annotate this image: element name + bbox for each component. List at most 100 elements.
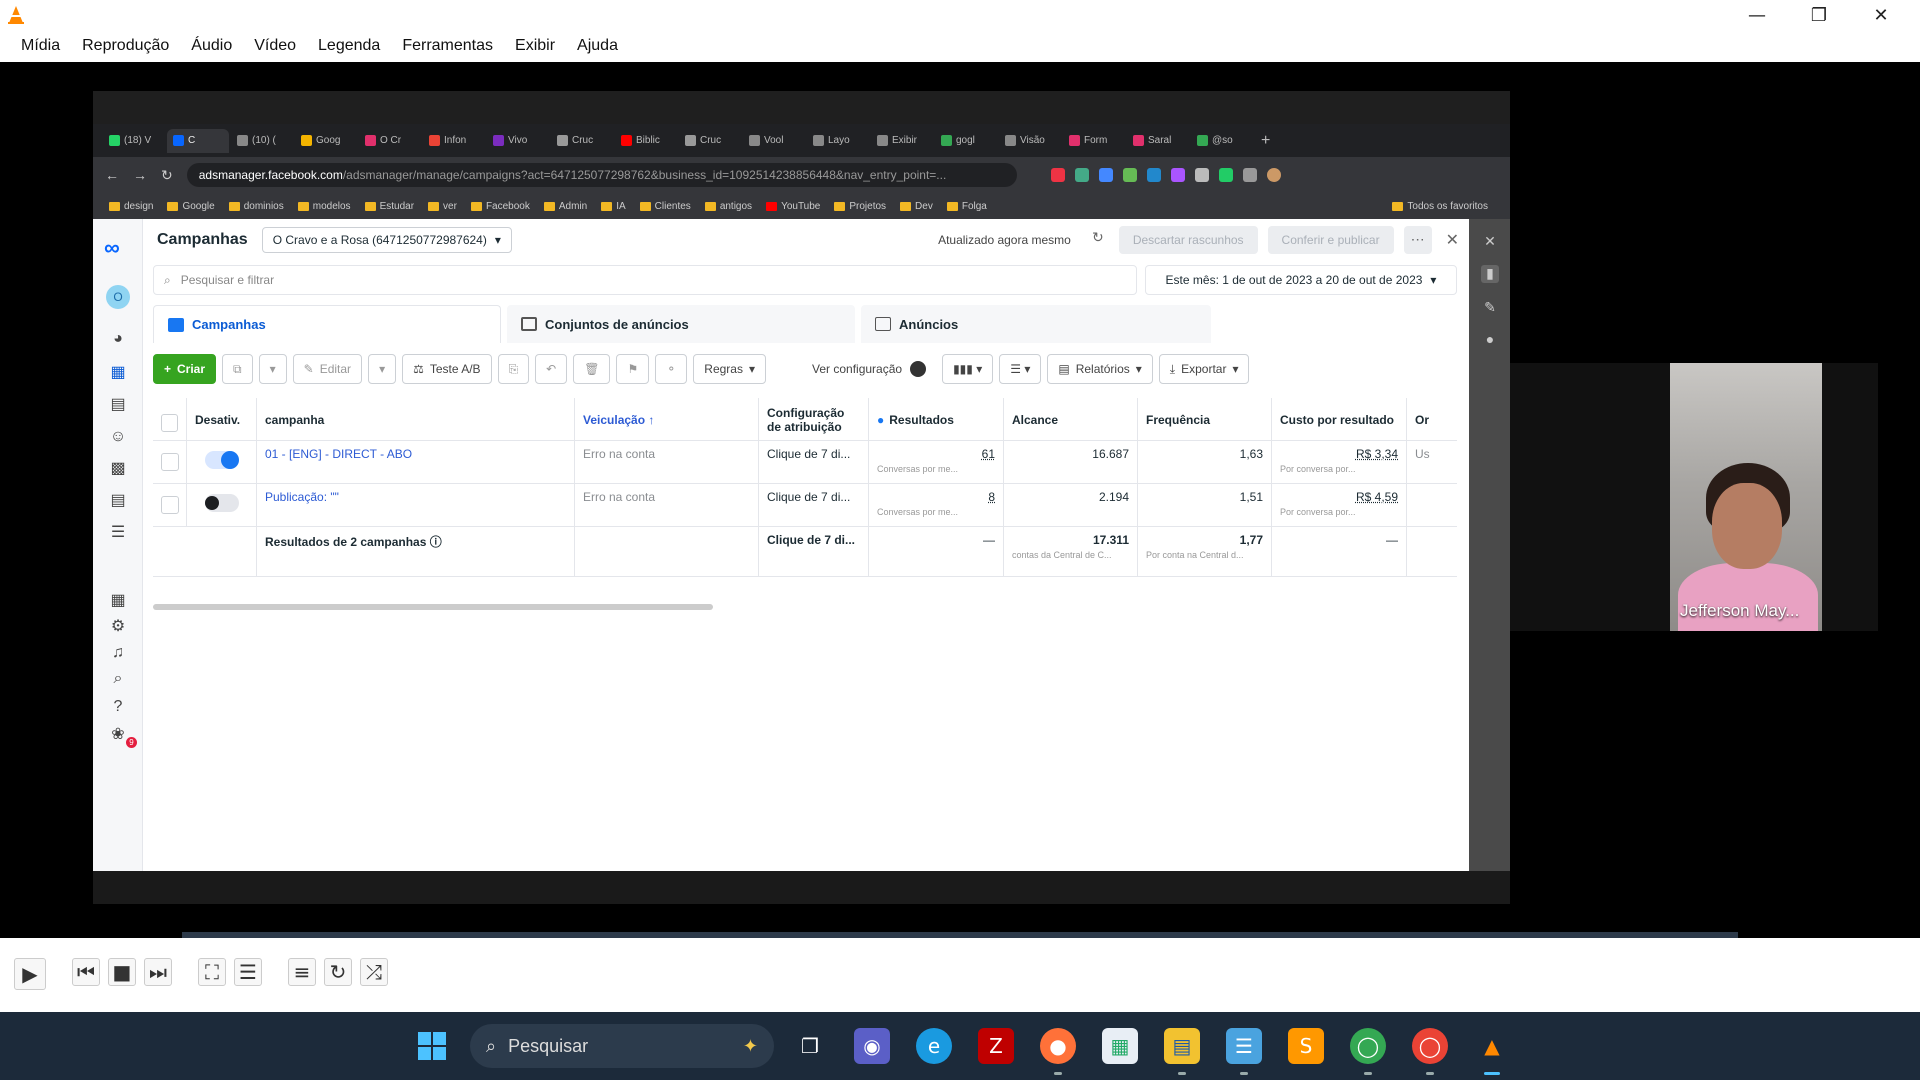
media-library-icon[interactable]: ▩: [108, 459, 128, 479]
bookmark-item[interactable]: ver: [428, 201, 457, 212]
more-options-icon[interactable]: ⋯: [1403, 226, 1432, 254]
bookmark-item[interactable]: dominios: [228, 201, 284, 212]
campaign-toggle[interactable]: [204, 494, 239, 512]
bug-report-icon[interactable]: ❀: [108, 725, 128, 745]
close-icon[interactable]: ✕: [1481, 233, 1499, 251]
bookmark-item[interactable]: modelos: [297, 201, 351, 212]
search-filter-input[interactable]: ⌕ Pesquisar e filtrar: [153, 265, 1137, 295]
menu-ajuda[interactable]: Ajuda: [566, 37, 629, 55]
undo-icon[interactable]: ↶: [535, 354, 568, 384]
shuffle-icon[interactable]: ⤮: [360, 958, 388, 986]
notifications-icon[interactable]: ♫: [108, 643, 128, 663]
browser-tab[interactable]: (18) V: [103, 129, 165, 153]
edit-dropdown[interactable]: ▾: [368, 354, 397, 384]
extension-icon[interactable]: [1170, 168, 1185, 182]
history-icon[interactable]: ●: [1481, 331, 1499, 349]
duplicate-dropdown[interactable]: ▾: [258, 354, 287, 384]
edge-icon[interactable]: e: [916, 1028, 952, 1064]
minimize-button[interactable]: —: [1726, 0, 1788, 30]
browser-tab[interactable]: Cruc: [551, 129, 613, 153]
create-button[interactable]: + Criar: [153, 354, 217, 384]
file-explorer-icon[interactable]: ▤: [1164, 1028, 1200, 1064]
campaign-toggle[interactable]: [204, 451, 239, 469]
menu-video[interactable]: Vídeo: [243, 37, 307, 55]
bookmark-item[interactable]: Dev: [900, 201, 933, 212]
back-icon[interactable]: ←: [105, 167, 119, 183]
edit-button[interactable]: ✎ Editar: [292, 354, 363, 384]
taskbar-search[interactable]: ⌕ Pesquisar ✦: [470, 1024, 774, 1068]
notepad-icon[interactable]: ☰: [1226, 1028, 1262, 1064]
bookmark-item[interactable]: Clientes: [639, 201, 691, 212]
pages-icon[interactable]: ▤: [108, 395, 128, 415]
vlc-taskbar-icon[interactable]: ▲: [1474, 1028, 1510, 1064]
ab-test-button[interactable]: ⚖ Teste A/B: [402, 354, 492, 384]
bookmark-item[interactable]: Google: [167, 201, 215, 212]
bookmark-item[interactable]: Estudar: [364, 201, 414, 212]
campaign-name[interactable]: 01 - [ENG] - DIRECT - ABO: [257, 441, 575, 484]
windows-start-icon[interactable]: [414, 1028, 450, 1064]
play-icon[interactable]: ▶: [14, 958, 46, 990]
browser-tab[interactable]: Cruc: [679, 129, 741, 153]
pencil-icon[interactable]: ✎: [1481, 299, 1499, 317]
extension-icon[interactable]: [1194, 168, 1209, 182]
col-veiculacao[interactable]: Veiculação ↑: [575, 398, 759, 441]
next-icon[interactable]: ⏭: [144, 958, 172, 986]
bookmark-item[interactable]: IA: [601, 201, 626, 212]
settings-icon[interactable]: ⚙: [108, 617, 128, 637]
teams-icon[interactable]: ◉: [854, 1028, 890, 1064]
bookmark-item[interactable]: design: [109, 201, 153, 212]
campaign-name[interactable]: Publicação: "": [257, 484, 575, 527]
extension-icon[interactable]: [1218, 168, 1233, 182]
pin-icon[interactable]: ⚑: [616, 354, 650, 384]
browser-tab[interactable]: Vool: [743, 129, 805, 153]
date-range-picker[interactable]: Este mês: 1 de out de 2023 a 20 de out d…: [1145, 265, 1457, 295]
close-icon[interactable]: ✕: [1446, 230, 1459, 250]
col-or[interactable]: Or: [1407, 398, 1457, 441]
menu-legenda[interactable]: Legenda: [307, 37, 391, 55]
chrome-icon[interactable]: ◯: [1350, 1028, 1386, 1064]
columns-button[interactable]: ▮▮▮ ▾: [942, 354, 994, 384]
extension-icon[interactable]: [1122, 168, 1137, 182]
loop-icon[interactable]: ↻: [324, 958, 352, 986]
menu-ferramentas[interactable]: Ferramentas: [391, 37, 504, 55]
chrome-profile-icon[interactable]: ◯: [1412, 1028, 1448, 1064]
col-resultados[interactable]: ● Resultados: [869, 398, 1004, 441]
playlist-icon[interactable]: ≡: [288, 958, 316, 986]
forward-icon[interactable]: →: [133, 167, 147, 183]
sublime-icon[interactable]: S: [1288, 1028, 1324, 1064]
restore-button[interactable]: ❐: [1788, 0, 1850, 30]
table-row[interactable]: 01 - [ENG] - DIRECT - ABO Erro na conta …: [153, 441, 1457, 484]
dashboard-icon[interactable]: ◕: [108, 329, 128, 349]
menu-reproducao[interactable]: Reprodução: [71, 37, 180, 55]
table-row[interactable]: Publicação: "" Erro na conta Clique de 7…: [153, 484, 1457, 527]
audiences-icon[interactable]: ☺: [108, 427, 128, 447]
menu-exibir[interactable]: Exibir: [504, 37, 566, 55]
bookmark-item[interactable]: Facebook: [470, 201, 530, 212]
col-desativ[interactable]: Desativ.: [187, 398, 257, 441]
help-icon[interactable]: ?: [108, 697, 128, 717]
col-configuracao[interactable]: Configuração de atribuição: [759, 398, 869, 441]
store-icon[interactable]: ▦: [1102, 1028, 1138, 1064]
col-alcance[interactable]: Alcance: [1004, 398, 1138, 441]
bookmark-item[interactable]: Projetos: [834, 201, 886, 212]
col-campanha[interactable]: campanha: [257, 398, 575, 441]
browser-tab[interactable]: Layo: [807, 129, 869, 153]
horizontal-scrollbar[interactable]: [153, 604, 713, 610]
browser-tab[interactable]: Infon: [423, 129, 485, 153]
breakdown-button[interactable]: ☰ ▾: [999, 354, 1042, 384]
bookmark-item[interactable]: antigos: [704, 201, 752, 212]
meta-logo-icon[interactable]: ∞: [104, 235, 120, 261]
previous-icon[interactable]: ⏮: [72, 958, 100, 986]
extension-icon[interactable]: [1050, 168, 1065, 182]
menu-audio[interactable]: Áudio: [180, 37, 243, 55]
tab-ads[interactable]: Anúncios: [861, 305, 1211, 343]
new-tab-button[interactable]: +: [1255, 129, 1276, 153]
discard-drafts-button[interactable]: Descartar rascunhos: [1118, 226, 1258, 254]
profile-icon[interactable]: [1266, 168, 1281, 182]
browser-tab[interactable]: O Cr: [359, 129, 421, 153]
firefox-icon[interactable]: ●: [1040, 1028, 1076, 1064]
tab-ad-sets[interactable]: Conjuntos de anúncios: [507, 305, 855, 343]
menu-icon[interactable]: ☰: [108, 523, 128, 543]
select-all-checkbox[interactable]: [161, 413, 178, 432]
browser-tab[interactable]: Exibir: [871, 129, 933, 153]
